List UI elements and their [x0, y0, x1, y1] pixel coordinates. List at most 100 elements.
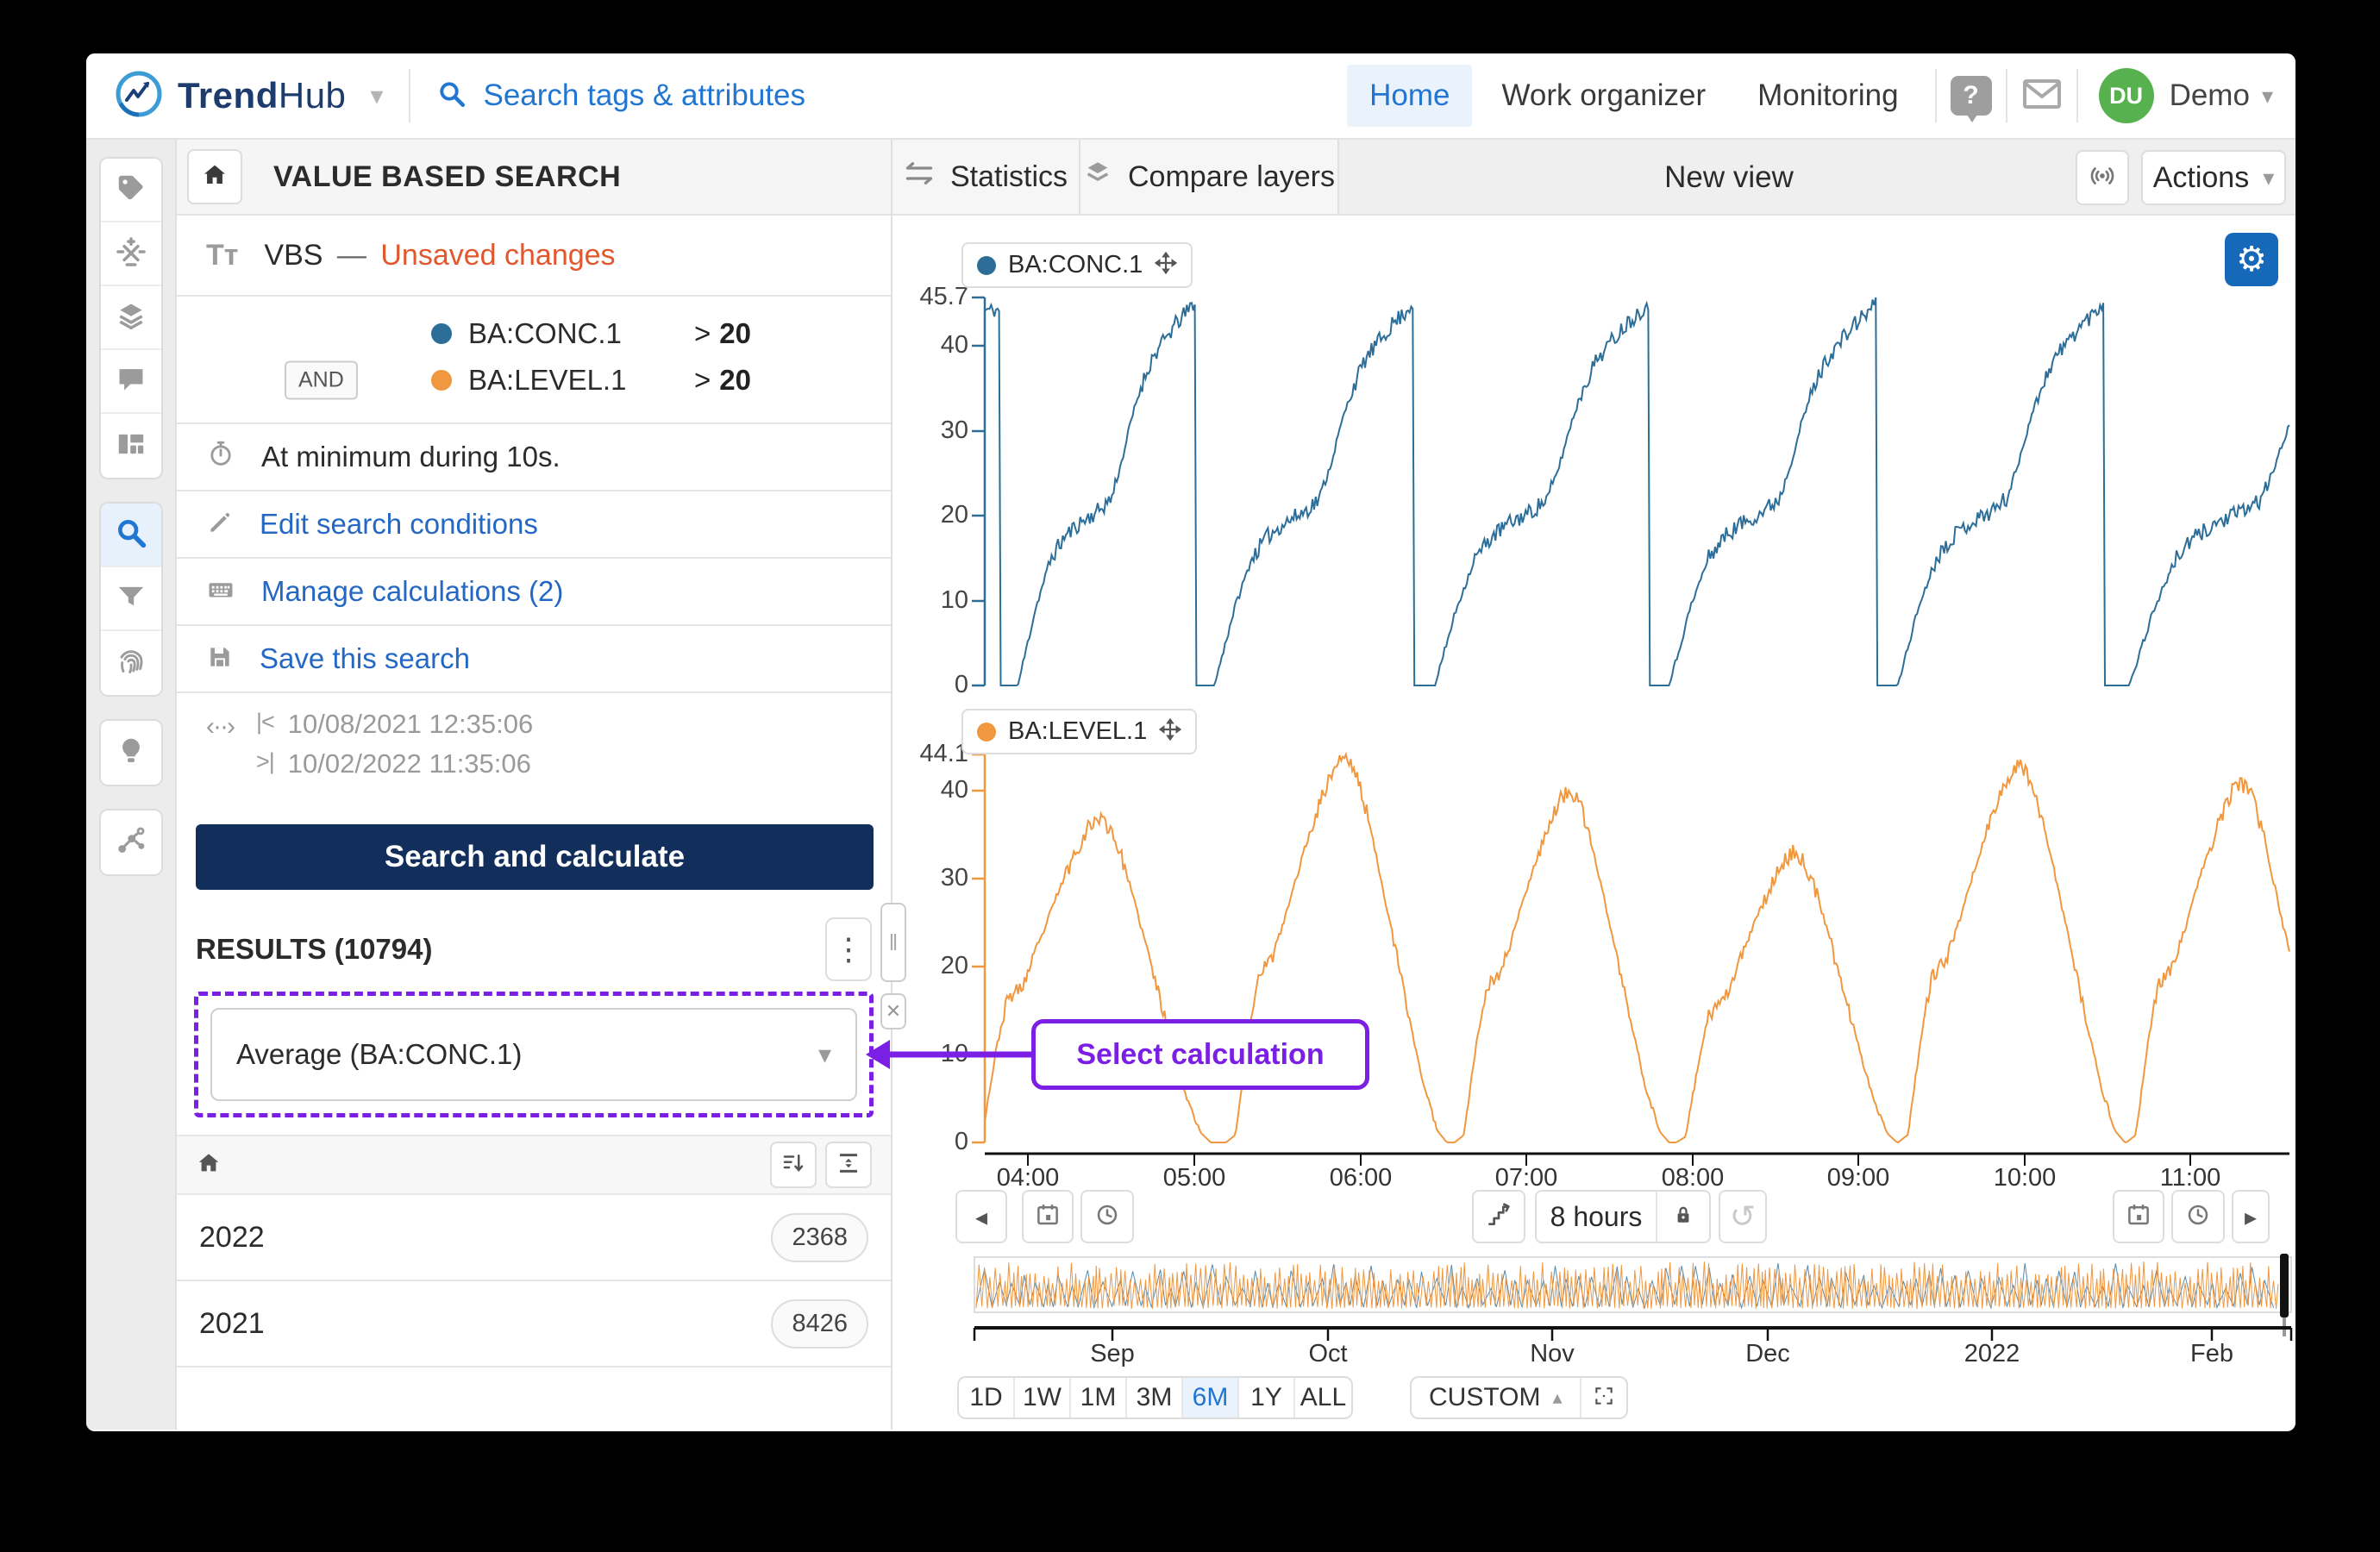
time-range-block[interactable]: ‹··› |<10/08/2021 12:35:06 >|10/02/2022 … [177, 693, 891, 798]
timeline-label: Sep [1065, 1340, 1160, 1368]
zoom-preset-1m[interactable]: 1M [1071, 1378, 1127, 1417]
calendar-icon [2126, 1202, 2151, 1232]
zoom-preset-group: 1D1W1M3M6M1YALL [957, 1376, 1353, 1419]
series-color-dot [431, 323, 452, 344]
panel-title: VALUE BASED SEARCH [273, 160, 621, 194]
collapse-button[interactable] [825, 1142, 872, 1188]
brand-chevron-down-icon[interactable]: ▾ [370, 81, 383, 111]
search-and-calculate-button[interactable]: Search and calculate [196, 824, 874, 890]
chart-area: Statistics Compare layers New view Actio… [892, 140, 2295, 1430]
x-axis-label: 06:00 [1313, 1164, 1408, 1192]
vbs-name-row: Tᴛ VBS — Unsaved changes [177, 216, 891, 295]
mail-icon[interactable] [2021, 77, 2063, 116]
y-axis-label: 44.1 [892, 740, 968, 768]
keyboard-icon [206, 575, 235, 609]
calculation-select[interactable]: Average (BA:CONC.1) ▾ [210, 1008, 857, 1101]
lock-duration-button[interactable] [1656, 1192, 1709, 1242]
results-menu-button[interactable]: ⋮ [825, 917, 872, 981]
pan-left-button[interactable]: ◂ [955, 1190, 1007, 1243]
save-search-link[interactable]: Save this search [260, 642, 470, 675]
pan-right-button[interactable]: ▸ [2232, 1190, 2270, 1243]
user-menu-chevron-down-icon[interactable]: ▾ [2262, 83, 2273, 110]
panel-home-button[interactable] [187, 149, 242, 204]
chart-settings-button[interactable]: ⚙ [2225, 233, 2278, 286]
sidebar-item-filter[interactable] [101, 567, 161, 631]
range-end-icon: >| [256, 748, 274, 779]
nav-item-work-organizer[interactable]: Work organizer [1479, 65, 1728, 127]
end-calendar-button[interactable] [2113, 1190, 2164, 1243]
sidebar-item-dashboards[interactable] [101, 414, 161, 478]
sidebar-item-tag[interactable] [101, 159, 161, 222]
help-button[interactable]: ? [1951, 76, 1992, 116]
zoom-preset-6m[interactable]: 6M [1183, 1378, 1239, 1417]
result-count-badge: 2368 [771, 1213, 868, 1262]
edit-conditions-link[interactable]: Edit search conditions [260, 508, 538, 541]
y-axis-label: 30 [892, 416, 968, 445]
duration-row: At minimum during 10s. [177, 424, 891, 490]
custom-range-button[interactable]: CUSTOM ▴ [1412, 1378, 1580, 1417]
sidebar-item-layers[interactable] [101, 286, 161, 350]
fingerprint-icon [115, 645, 147, 682]
sort-button[interactable] [770, 1142, 817, 1188]
zoom-preset-all[interactable]: ALL [1295, 1378, 1351, 1417]
sidebar-item-context[interactable] [101, 810, 161, 874]
x-axis-label: 09:00 [1811, 1164, 1906, 1192]
move-icon[interactable] [1159, 718, 1181, 745]
stopwatch-icon [206, 439, 235, 475]
start-time-button[interactable] [1080, 1190, 1134, 1243]
condition-tag: BA:LEVEL.1 [468, 364, 626, 397]
brand-logo[interactable]: TrendHub ▾ [86, 69, 383, 123]
trend-steps-button[interactable] [1472, 1190, 1525, 1243]
sidebar-item-search[interactable] [101, 504, 161, 567]
sidebar-item-calculations[interactable] [101, 222, 161, 286]
result-row[interactable]: 2022 2368 [177, 1195, 891, 1280]
legend-label: BA:CONC.1 [1008, 251, 1143, 279]
collapse-icon [836, 1150, 861, 1180]
zoom-preset-1y[interactable]: 1Y [1239, 1378, 1295, 1417]
avatar[interactable]: DU [2099, 68, 2154, 123]
result-row[interactable]: 2021 8426 [177, 1281, 891, 1366]
condition-value: >20 [694, 317, 751, 350]
callout-text: Select calculation [1076, 1038, 1324, 1072]
zoom-preset-1d[interactable]: 1D [959, 1378, 1015, 1417]
condition-row[interactable]: AND BA:LEVEL.1 >20 [177, 357, 891, 404]
start-calendar-button[interactable] [1022, 1190, 1074, 1243]
zoom-preset-1w[interactable]: 1W [1015, 1378, 1071, 1417]
search-input[interactable] [483, 78, 1087, 113]
zoom-preset-3m[interactable]: 3M [1127, 1378, 1183, 1417]
pencil-icon [206, 509, 234, 541]
home-icon[interactable] [196, 1150, 222, 1180]
timeline-label: Feb [2164, 1340, 2259, 1368]
manage-calculations-link[interactable]: Manage calculations (2) [261, 575, 563, 608]
clock-icon [1094, 1202, 1120, 1232]
sidebar-item-recommendations[interactable] [101, 721, 161, 785]
brand-name: TrendHub [178, 75, 346, 116]
edit-conditions-row[interactable]: Edit search conditions [177, 491, 891, 557]
legend-chip-level[interactable]: BA:LEVEL.1 [961, 709, 1197, 754]
fit-view-button[interactable] [1580, 1378, 1626, 1417]
sidebar-item-comments[interactable] [101, 350, 161, 414]
x-axis-label: 08:00 [1645, 1164, 1740, 1192]
manage-calculations-row[interactable]: Manage calculations (2) [177, 559, 891, 624]
nav-item-monitoring[interactable]: Monitoring [1735, 65, 1920, 127]
layers-icon [115, 299, 147, 336]
condition-row[interactable]: BA:CONC.1 >20 [177, 310, 891, 357]
user-name[interactable]: Demo [2170, 78, 2250, 113]
history-button[interactable]: ↺ [1719, 1190, 1767, 1243]
nav-item-home[interactable]: Home [1347, 65, 1472, 127]
panel-splitter-handle[interactable]: ‖ [880, 903, 906, 982]
timeline-label: Nov [1505, 1340, 1600, 1368]
time-range-icon: ‹··› [206, 709, 234, 779]
panel-collapse-button[interactable]: ✕ [880, 993, 906, 1029]
legend-chip-conc[interactable]: BA:CONC.1 [961, 242, 1193, 288]
save-search-row[interactable]: Save this search [177, 626, 891, 692]
logic-operator-chip[interactable]: AND [285, 361, 358, 400]
clock-icon [2185, 1202, 2211, 1232]
app-window: TrendHub ▾ HomeWork organizerMonitoring … [86, 53, 2295, 1431]
end-time-button[interactable] [2171, 1190, 2225, 1243]
sidebar-item-fingerprint[interactable] [101, 631, 161, 695]
formula-icon [115, 235, 147, 272]
move-icon[interactable] [1155, 252, 1177, 278]
calculation-select-highlight: Average (BA:CONC.1) ▾ Select calculation [194, 992, 874, 1117]
window-duration-value[interactable]: 8 hours [1537, 1192, 1656, 1242]
